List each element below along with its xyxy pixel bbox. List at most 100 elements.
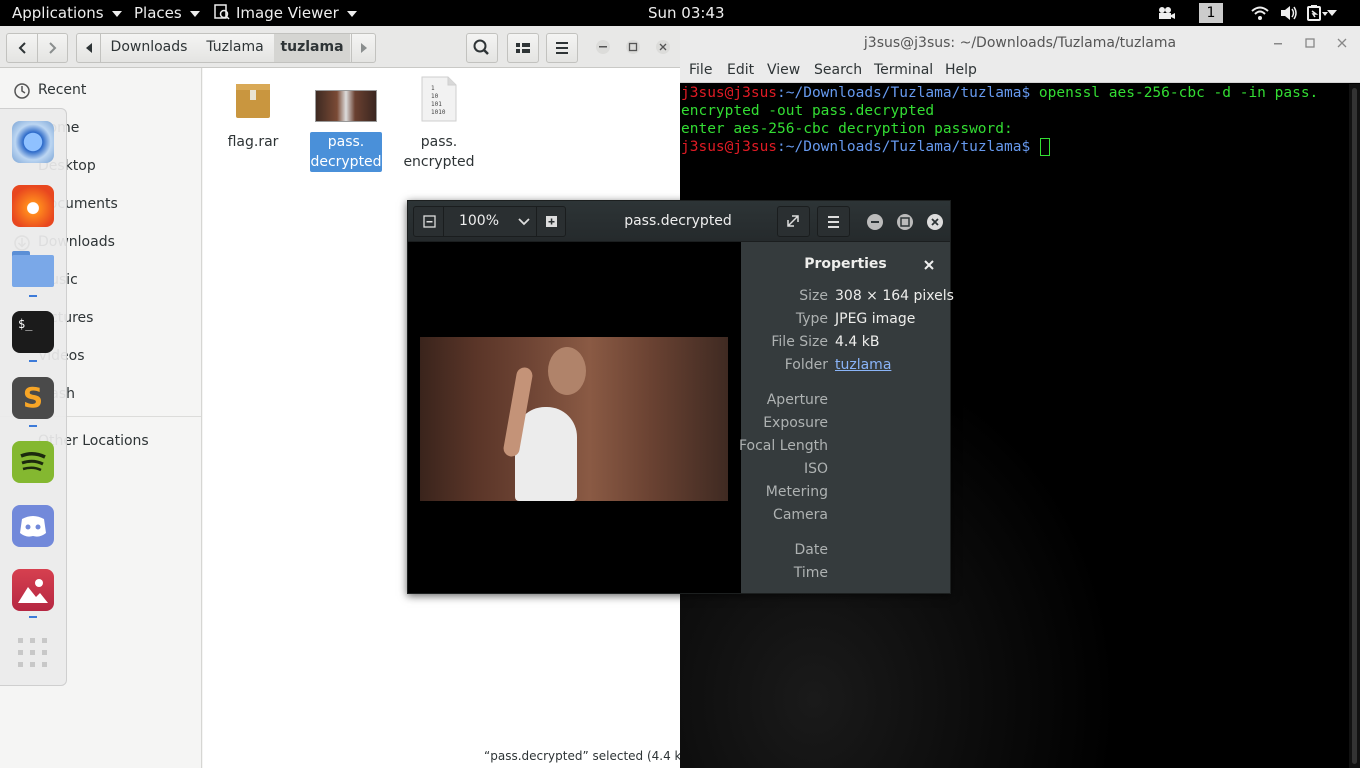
close-icon[interactable] xyxy=(654,39,672,55)
zoom-dropdown-icon[interactable] xyxy=(513,207,535,236)
terminal-minimize-icon[interactable] xyxy=(1270,35,1286,51)
menu-file[interactable]: File xyxy=(689,62,712,78)
menu-help[interactable]: Help xyxy=(945,62,977,78)
workspace-indicator[interactable]: 1 xyxy=(1199,3,1223,23)
prop-label-metering: Metering xyxy=(765,484,828,500)
minimize-icon[interactable] xyxy=(594,39,612,55)
terminal-cursor xyxy=(1040,138,1051,156)
prop-label-iso: ISO xyxy=(803,461,828,477)
viewer-minimize-icon[interactable] xyxy=(866,213,884,231)
sublime-icon[interactable]: S xyxy=(12,377,54,419)
terminal-maximize-icon[interactable] xyxy=(1302,35,1318,51)
hamburger-icon xyxy=(828,216,839,228)
terminal-icon[interactable]: $_ xyxy=(12,311,54,353)
zoom-in-icon xyxy=(546,216,557,227)
system-menu-arrow[interactable] xyxy=(1327,10,1337,16)
folder-link[interactable]: tuzlama xyxy=(835,357,891,373)
path-scroll-left-button[interactable] xyxy=(77,34,101,62)
discord-face-icon xyxy=(20,516,46,537)
applications-label: Applications xyxy=(12,4,104,22)
breadcrumb-tuzlama-parent[interactable]: Tuzlama xyxy=(197,34,273,62)
zoom-level[interactable]: 100% xyxy=(445,213,513,229)
running-indicator xyxy=(29,360,37,362)
app-grid-icon[interactable] xyxy=(17,637,49,669)
spotify-waves-icon xyxy=(20,452,46,472)
places-menu[interactable]: Places xyxy=(134,4,200,22)
menu-terminal[interactable]: Terminal xyxy=(874,62,933,78)
prompt-symbol: $ xyxy=(1021,85,1031,101)
prop-label-aperture: Aperture xyxy=(766,392,828,408)
zoom-in-button[interactable] xyxy=(536,207,565,236)
prop-label-size: Size xyxy=(799,288,828,304)
properties-panel: Properties Size 308 × 164 pixels Type JP… xyxy=(738,242,954,593)
spotify-icon[interactable] xyxy=(12,441,54,483)
running-indicator xyxy=(29,425,37,427)
maximize-icon[interactable] xyxy=(624,39,642,55)
image-viewer-mountain-icon xyxy=(18,579,48,603)
terminal-menubar: File Edit View Search Terminal Help xyxy=(680,59,1360,83)
viewer-maximize-icon[interactable] xyxy=(896,213,914,231)
terminal-scrollbar[interactable] xyxy=(1349,84,1360,768)
menu-search[interactable]: Search xyxy=(814,62,862,78)
applications-menu[interactable]: Applications xyxy=(12,4,122,22)
prompt-path: :~/Downloads/Tuzlama/tuzlama xyxy=(777,139,1022,155)
image-viewer-icon[interactable] xyxy=(12,569,54,611)
terminal-close-icon[interactable] xyxy=(1334,35,1350,51)
file-name: pass. encrypted xyxy=(403,134,475,170)
forward-button[interactable] xyxy=(38,34,68,62)
battery-icon[interactable] xyxy=(1307,5,1329,21)
volume-icon[interactable] xyxy=(1280,5,1298,21)
prompt-user: j3sus@j3sus xyxy=(681,139,778,155)
fullscreen-icon xyxy=(787,215,799,227)
zoom-control: 100% xyxy=(413,206,566,237)
image-viewer-label: Image Viewer xyxy=(236,4,339,22)
image-title: pass.decrypted xyxy=(624,213,732,229)
prop-value-file-size: 4.4 kB xyxy=(835,334,880,350)
prop-label-date: Date xyxy=(794,542,828,558)
zoom-out-button[interactable] xyxy=(414,207,444,236)
terminal-line-1: j3sus@j3sus:~/Downloads/Tuzlama/tuzlama$… xyxy=(681,84,1318,102)
wifi-icon[interactable] xyxy=(1251,6,1269,20)
breadcrumb-tuzlama-current[interactable]: tuzlama xyxy=(274,34,350,62)
menu-edit[interactable]: Edit xyxy=(727,62,754,78)
prop-label-folder: Folder xyxy=(784,357,828,373)
chromium-icon[interactable] xyxy=(12,121,54,163)
search-button[interactable] xyxy=(466,33,498,63)
forward-icon xyxy=(49,42,57,54)
archive-icon xyxy=(236,84,270,118)
path-scroll-right-button[interactable] xyxy=(351,34,375,62)
dash-dock: $_ S xyxy=(0,108,67,686)
camera-icon[interactable] xyxy=(1157,6,1175,20)
displayed-photo xyxy=(420,337,728,501)
fullscreen-button[interactable] xyxy=(777,206,810,237)
viewer-close-icon[interactable] xyxy=(926,213,944,231)
viewer-menu-button[interactable] xyxy=(817,206,850,237)
file-item-pass-encrypted[interactable]: 1 10 101 1010 pass. encrypted xyxy=(399,76,479,170)
files-icon[interactable] xyxy=(12,251,54,287)
image-viewer-window: 100% pass.decrypted Properties Size 308 … xyxy=(407,200,954,594)
breadcrumb-downloads[interactable]: Downloads xyxy=(101,34,197,62)
prop-label-focal-length: Focal Length xyxy=(738,438,828,454)
clock[interactable]: Sun 03:43 xyxy=(648,4,725,22)
prop-label-time: Time xyxy=(793,565,828,581)
menu-view[interactable]: View xyxy=(767,62,800,78)
svg-text:101: 101 xyxy=(431,101,442,108)
file-item-pass-decrypted[interactable]: pass. decrypted xyxy=(309,76,383,172)
svg-text:1: 1 xyxy=(431,85,435,92)
list-view-icon xyxy=(516,43,530,53)
properties-close-icon[interactable] xyxy=(923,259,935,271)
firefox-icon[interactable] xyxy=(12,185,54,227)
places-label: Places xyxy=(134,4,182,22)
binary-file-icon: 1101011010 xyxy=(421,76,457,122)
image-canvas[interactable] xyxy=(408,242,741,593)
back-button[interactable] xyxy=(7,34,38,62)
view-toggle-button[interactable] xyxy=(507,33,539,63)
running-indicator xyxy=(29,616,37,618)
menu-button[interactable] xyxy=(546,33,578,63)
prop-value-size: 308 × 164 pixels xyxy=(835,288,954,304)
sidebar-item-recent[interactable]: Recent xyxy=(38,82,86,98)
image-viewer-app-menu[interactable]: Image Viewer xyxy=(214,4,357,22)
discord-icon[interactable] xyxy=(12,505,54,547)
file-item-flag-rar[interactable]: flag.rar xyxy=(213,76,293,150)
hamburger-icon xyxy=(556,42,568,54)
